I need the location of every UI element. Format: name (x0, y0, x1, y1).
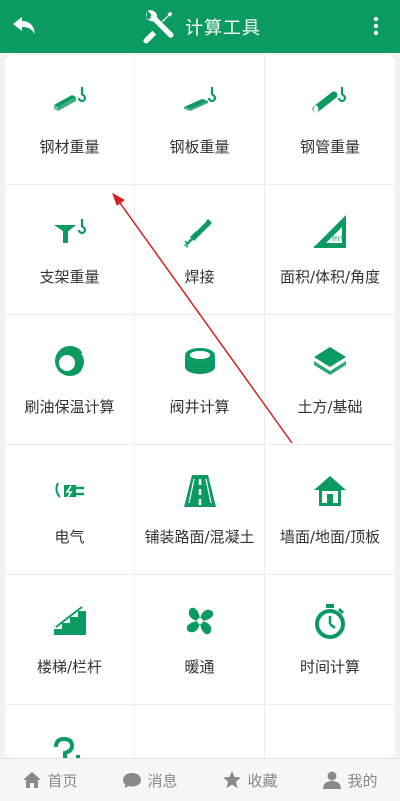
house-icon (314, 476, 346, 506)
tool-wall-floor-ceiling[interactable]: 墙面/地面/顶板 (265, 445, 395, 575)
more-vertical-icon (373, 16, 379, 36)
tool-label: 刷油保温计算 (24, 398, 115, 416)
more-tools-icon (54, 736, 80, 758)
page-title: 计算工具 (185, 17, 261, 39)
fan-icon (186, 607, 214, 635)
nav-profile[interactable]: 我的 (300, 759, 400, 801)
nav-messages[interactable]: 消息 (100, 759, 200, 801)
chat-bubble-icon (123, 773, 142, 788)
tool-label: 钢板重量 (169, 138, 230, 156)
tools-card: 钢材重量 钢板重量 钢管重量 支架重量 焊接 m² 面积/体积/角度 刷油保温计… (5, 55, 395, 758)
user-icon (323, 771, 342, 789)
tool-label: 土方/基础 (297, 398, 363, 416)
tool-label: 电气 (54, 528, 85, 546)
tool-time-calc[interactable]: 时间计算 (265, 575, 395, 705)
welding-torch-icon (183, 219, 212, 248)
home-icon (23, 772, 42, 788)
app-header: 计算工具 (0, 0, 400, 53)
tool-earthwork[interactable]: 土方/基础 (265, 315, 395, 445)
empty-cell (135, 705, 265, 758)
tool-welding[interactable]: 焊接 (135, 185, 265, 315)
tool-bracket-weight[interactable]: 支架重量 (5, 185, 135, 315)
nav-label: 消息 (147, 771, 178, 790)
svg-text:m²: m² (332, 234, 343, 243)
tool-label: 焊接 (184, 268, 215, 286)
tool-label: 时间计算 (299, 658, 360, 676)
tool-more[interactable] (5, 705, 135, 758)
steel-plate-hook-icon (184, 87, 217, 111)
nav-favorites[interactable]: 收藏 (200, 759, 300, 801)
tools-icon (143, 9, 174, 43)
steel-pipe-hook-icon (312, 87, 347, 113)
tool-valve-well[interactable]: 阀井计算 (135, 315, 265, 445)
tool-label: 钢材重量 (39, 138, 100, 156)
tool-label: 墙面/地面/顶板 (279, 528, 381, 546)
tool-plate-weight[interactable]: 钢板重量 (135, 55, 265, 185)
tool-steel-weight[interactable]: 钢材重量 (5, 55, 135, 185)
header-title-group: 计算工具 (0, 4, 400, 49)
star-icon (223, 771, 242, 788)
valve-well-icon (185, 348, 215, 374)
bracket-hook-icon (54, 219, 87, 243)
nav-label: 首页 (47, 771, 78, 790)
tool-area-volume-angle[interactable]: m² 面积/体积/角度 (265, 185, 395, 315)
tool-label: 阀井计算 (169, 398, 230, 416)
tool-label: 钢管重量 (299, 138, 360, 156)
tool-insulation[interactable]: 刷油保温计算 (5, 315, 135, 445)
more-menu-button[interactable] (366, 10, 386, 42)
earthwork-layers-icon (314, 347, 346, 375)
stopwatch-icon (315, 604, 345, 639)
tool-electrical[interactable]: 电气 (5, 445, 135, 575)
steel-bar-hook-icon (54, 87, 87, 111)
electric-plug-icon (55, 482, 84, 498)
insulation-ring-icon (55, 346, 86, 376)
tool-pipe-weight[interactable]: 钢管重量 (265, 55, 395, 185)
tool-label: 铺装路面/混凝土 (144, 528, 255, 546)
bottom-nav: 首页 消息 收藏 我的 (0, 758, 400, 801)
nav-label: 收藏 (247, 771, 278, 790)
road-paving-icon (184, 475, 216, 507)
tool-label: 暖通 (184, 658, 215, 676)
tool-stairs-railing[interactable]: 楼梯/栏杆 (5, 575, 135, 705)
tool-paving-concrete[interactable]: 铺装路面/混凝土 (135, 445, 265, 575)
tools-grid: 钢材重量 钢板重量 钢管重量 支架重量 焊接 m² 面积/体积/角度 刷油保温计… (5, 55, 395, 758)
tool-label: 面积/体积/角度 (279, 268, 381, 286)
empty-cell (265, 705, 395, 758)
stairs-icon (54, 606, 86, 635)
nav-home[interactable]: 首页 (0, 759, 100, 801)
tool-label: 楼梯/栏杆 (36, 658, 103, 676)
tool-hvac[interactable]: 暖通 (135, 575, 265, 705)
area-ruler-icon: m² (314, 215, 346, 248)
tool-label: 支架重量 (39, 268, 100, 286)
nav-label: 我的 (347, 771, 378, 790)
